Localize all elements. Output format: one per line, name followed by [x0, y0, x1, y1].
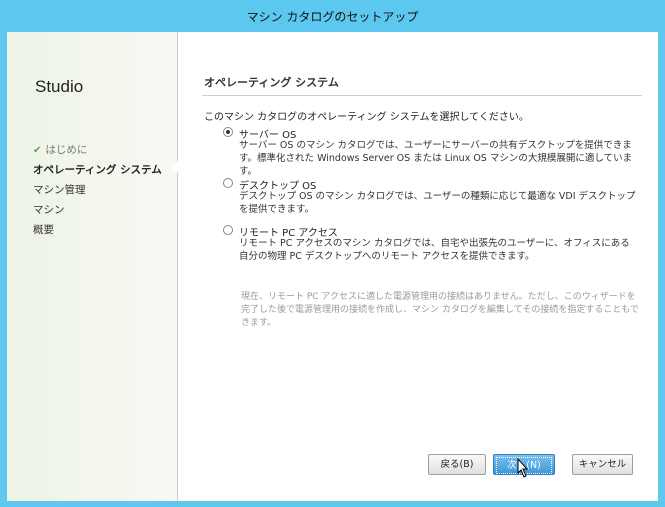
sidebar: Studio ✔ はじめに オペレーティング システム マシン管理 マシン 概要: [7, 32, 177, 501]
step-summary[interactable]: 概要: [33, 220, 162, 240]
step-getting-started[interactable]: ✔ はじめに: [33, 140, 162, 160]
back-button[interactable]: 戻る(B): [428, 454, 486, 475]
option-description: デスクトップ OS のマシン カタログでは、ユーザーの種類に応じて最適な VDI…: [239, 191, 636, 215]
cancel-button[interactable]: キャンセル: [572, 454, 633, 475]
step-machine-management[interactable]: マシン管理: [33, 180, 162, 200]
info-note: 現在、リモート PC アクセスに適した電源管理用の接続はありません。ただし、この…: [241, 292, 639, 328]
step-label: 概要: [33, 224, 54, 236]
step-machines[interactable]: マシン: [33, 200, 162, 220]
option-description: リモート PC アクセスのマシン カタログでは、自宅や出張先のユーザーに、オフィ…: [239, 238, 630, 262]
wizard-window: Studio ✔ はじめに オペレーティング システム マシン管理 マシン 概要 …: [7, 32, 658, 501]
step-label: はじめに: [45, 144, 88, 156]
instruction-text: このマシン カタログのオペレーティング システムを選択してください。: [204, 112, 529, 123]
page-title: オペレーティング システム: [204, 76, 339, 89]
radio-server-os[interactable]: [223, 127, 233, 137]
window-bottom-border: [0, 501, 665, 507]
radio-desktop-os[interactable]: [223, 178, 233, 188]
step-operating-system[interactable]: オペレーティング システム: [33, 160, 162, 180]
title-divider: [202, 95, 642, 96]
mouse-pointer-icon: [517, 458, 529, 478]
step-label: マシン: [33, 204, 65, 216]
sidebar-divider: [177, 32, 178, 501]
active-step-pointer-icon: [171, 161, 178, 173]
option-description: サーバー OS のマシン カタログでは、ユーザーにサーバーの共有デスクトップを提…: [239, 140, 633, 177]
window-title: マシン カタログのセットアップ: [246, 10, 419, 24]
step-label: マシン管理: [33, 184, 86, 196]
wizard-steps: ✔ はじめに オペレーティング システム マシン管理 マシン 概要: [33, 140, 162, 240]
main-content: オペレーティング システム このマシン カタログのオペレーティング システムを選…: [202, 32, 644, 501]
brand-title: Studio: [35, 77, 84, 96]
step-label: オペレーティング システム: [33, 164, 162, 176]
title-bar: マシン カタログのセットアップ: [0, 0, 665, 32]
checkmark-icon: ✔: [33, 145, 42, 156]
radio-remote-pc-access[interactable]: [223, 225, 233, 235]
